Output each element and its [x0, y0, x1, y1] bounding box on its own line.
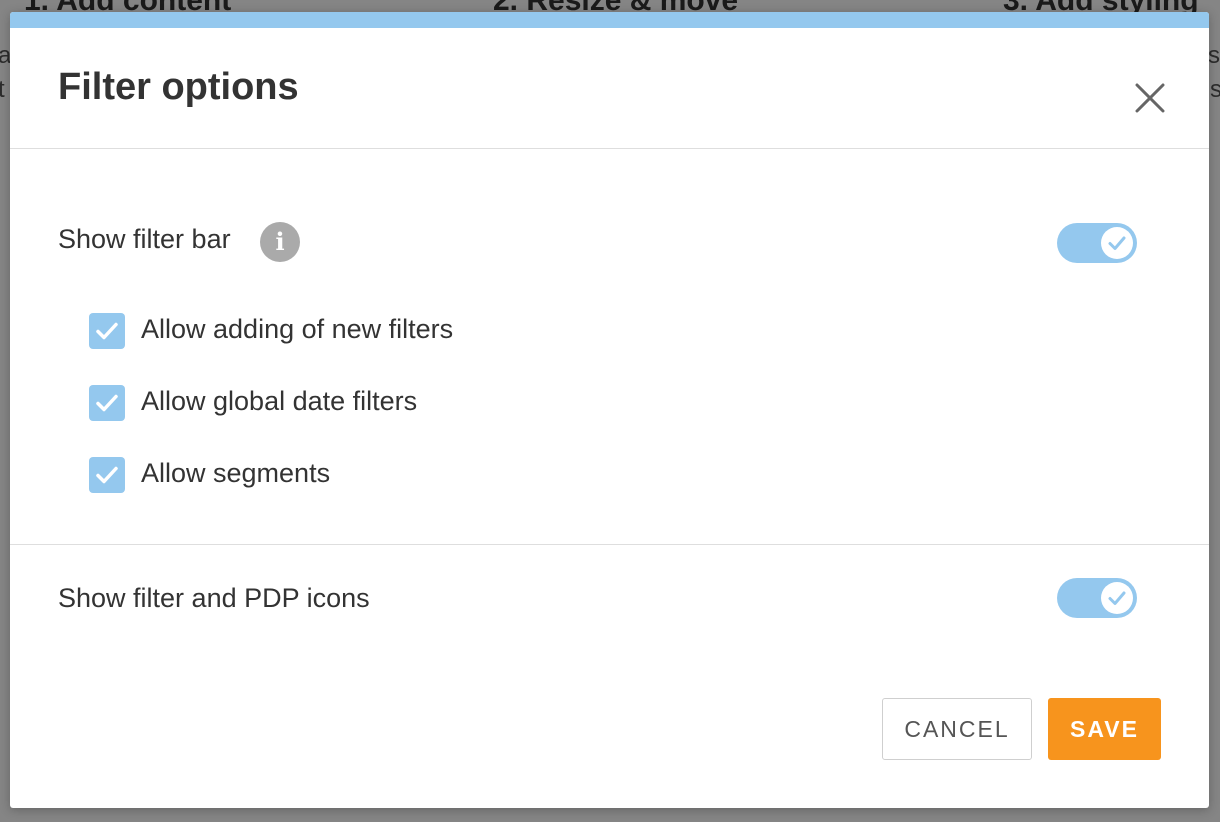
option-label: Allow global date filters — [141, 386, 418, 416]
show-filter-bar-label: Show filter bar — [58, 224, 231, 254]
option-label: Allow segments — [141, 458, 331, 488]
close-icon — [1135, 83, 1165, 113]
check-icon — [1108, 236, 1126, 250]
cancel-button[interactable]: CANCEL — [882, 698, 1032, 760]
allow-global-date-filters-checkbox[interactable] — [89, 385, 125, 421]
dialog-title: Filter options — [58, 66, 299, 108]
checkmark-icon — [96, 466, 118, 484]
show-filter-bar-toggle[interactable] — [1057, 223, 1137, 263]
show-icons-toggle[interactable] — [1057, 578, 1137, 618]
toggle-knob — [1101, 582, 1133, 614]
show-icons-label: Show filter and PDP icons — [58, 583, 370, 613]
info-icon[interactable]: i — [260, 222, 300, 262]
allow-new-filters-checkbox[interactable] — [89, 313, 125, 349]
checkmark-icon — [96, 394, 118, 412]
icons-section: Show filter and PDP icons CANCEL SAVE — [10, 545, 1209, 808]
close-button[interactable] — [1134, 82, 1166, 114]
dialog-accent-bar — [10, 12, 1209, 28]
check-icon — [1108, 591, 1126, 605]
checkmark-icon — [96, 322, 118, 340]
option-label: Allow adding of new filters — [141, 314, 454, 344]
filter-bar-section: Show filter bar i Allow adding of new fi… — [10, 149, 1209, 545]
allow-segments-checkbox[interactable] — [89, 457, 125, 493]
toggle-knob — [1101, 227, 1133, 259]
dialog-header: Filter options — [10, 28, 1209, 149]
save-button[interactable]: SAVE — [1048, 698, 1161, 760]
filter-options-dialog: Filter options Show filter bar i Allow a… — [10, 12, 1209, 808]
